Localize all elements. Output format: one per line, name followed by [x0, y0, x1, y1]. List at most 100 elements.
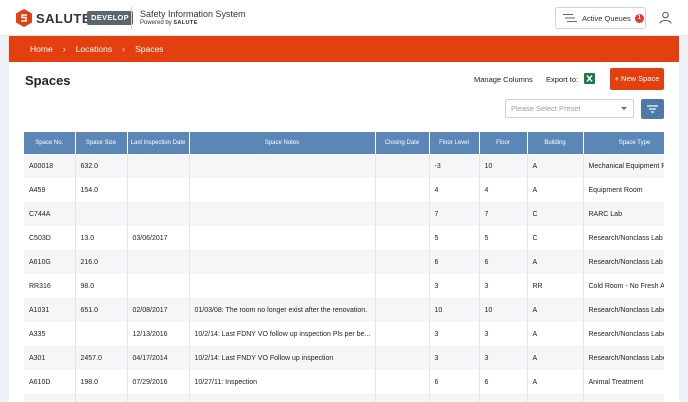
breadcrumb-home[interactable]: Home	[30, 44, 53, 54]
column-header-floor-level[interactable]: Floor Level	[429, 132, 480, 154]
table-cell	[375, 274, 430, 298]
table-cell: RARC Lab	[583, 202, 664, 226]
table-cell	[429, 394, 480, 402]
table-cell: A	[527, 178, 584, 202]
excel-export-icon[interactable]	[584, 73, 595, 84]
table-cell: 154.0	[75, 178, 128, 202]
table-cell: C503D	[24, 226, 76, 250]
table-cell: 10	[479, 298, 528, 322]
table-cell: 03/06/2017	[127, 226, 190, 250]
queue-list-icon	[563, 14, 577, 22]
active-queues-label: Active Queues	[582, 13, 631, 23]
spaces-table: Space No. Space Size Last Inspection Date S…	[24, 132, 664, 402]
table-cell: 6	[429, 250, 480, 274]
table-cell: RR	[527, 274, 584, 298]
column-header-space-no-[interactable]: Space No.	[24, 132, 76, 154]
table-cell	[189, 202, 376, 226]
table-cell: Cold Room - No Fresh Ai	[583, 274, 664, 298]
table-row[interactable]: C744A 7 7 C RARC Lab	[24, 202, 664, 226]
new-space-button[interactable]: + New Space	[610, 68, 664, 90]
table-cell	[189, 394, 376, 402]
table-cell: 98.0	[75, 274, 128, 298]
app-subtitle: Powered by SALUTE	[140, 20, 198, 26]
table-row[interactable]: A610D 198.0 07/29/2016 10/27/11: Inspection…	[24, 370, 664, 394]
user-profile-icon[interactable]	[659, 11, 672, 24]
preset-select-placeholder: Please Select Preset	[511, 104, 581, 113]
table-cell	[189, 274, 376, 298]
table-cell: 4	[429, 178, 480, 202]
table-cell: 651.0	[75, 298, 128, 322]
table-cell: A	[527, 250, 584, 274]
table-cell: 7	[479, 202, 528, 226]
preset-select[interactable]: Please Select Preset	[505, 99, 634, 118]
table-cell	[75, 322, 128, 346]
table-row[interactable]: A00018 632.0 -3 10 A Mechanical Equipment R	[24, 154, 664, 178]
column-header-space-size[interactable]: Space Size	[75, 132, 128, 154]
table-cell: 5	[479, 226, 528, 250]
table-body: A00018 632.0 -3 10 A Mechanical Equipment R A4…	[24, 154, 664, 402]
table-cell	[127, 178, 190, 202]
table-cell: 02/08/2017	[127, 298, 190, 322]
table-cell: 12/13/2016	[127, 322, 190, 346]
spaces-table-container[interactable]: Space No. Space Size Last Inspection Date S…	[24, 132, 664, 402]
filter-button[interactable]	[641, 99, 664, 119]
table-cell: Equipment Room	[583, 178, 664, 202]
table-cell: A	[527, 370, 584, 394]
table-row[interactable]: A1031 651.0 02/08/2017 01/03/08: The room n…	[24, 298, 664, 322]
table-cell	[127, 274, 190, 298]
table-cell	[189, 154, 376, 178]
breadcrumb-locations[interactable]: Locations	[76, 44, 112, 54]
table-cell: A	[527, 346, 584, 370]
table-cell	[24, 394, 76, 402]
table-cell: 3	[429, 322, 480, 346]
column-header-last-inspection-date[interactable]: Last Inspection Date	[127, 132, 190, 154]
table-cell: Mechanical Equipment R	[583, 154, 664, 178]
column-header-space-notes[interactable]: Space Notes	[189, 132, 376, 154]
column-header-building[interactable]: Building	[527, 132, 584, 154]
table-cell	[189, 250, 376, 274]
table-cell: 01/03/08: The room no longer exist after…	[189, 298, 376, 322]
table-cell: A335	[24, 322, 76, 346]
table-cell	[375, 370, 430, 394]
table-row[interactable]: A301 2457.0 04/17/2014 10/2/14: Last FNDY V…	[24, 346, 664, 370]
table-row[interactable]: A335 12/13/2016 10/2/14: Last FDNY VO foll…	[24, 322, 664, 346]
salute-logo[interactable]: SALUTE	[16, 9, 91, 27]
table-cell	[375, 226, 430, 250]
table-row[interactable]: A459 154.0 4 4 A Equipment Room	[24, 178, 664, 202]
table-row[interactable]: A610G 216.0 6 6 A Research/Nonclass Lab S	[24, 250, 664, 274]
table-cell	[479, 394, 528, 402]
table-row[interactable]: C503D 13.0 03/06/2017 5 5 C Research/Nonclass …	[24, 226, 664, 250]
export-to-label: Export to:	[546, 75, 579, 84]
column-header-closing-date[interactable]: Closing Date	[375, 132, 430, 154]
breadcrumb: Home › Locations › Spaces	[9, 36, 679, 62]
table-cell: 13.0	[75, 226, 128, 250]
table-row[interactable]	[24, 394, 664, 402]
header-divider	[131, 7, 132, 29]
chevron-right-icon: ›	[62, 44, 66, 54]
table-cell	[375, 178, 430, 202]
table-cell	[527, 394, 584, 402]
table-cell: Research/Nonclass Labo	[583, 322, 664, 346]
table-cell: 6	[479, 250, 528, 274]
table-cell: A	[527, 298, 584, 322]
column-header-floor[interactable]: Floor	[479, 132, 528, 154]
table-cell: 10/2/14: Last FNDY VO Follow up inspecti…	[189, 346, 376, 370]
table-cell	[583, 394, 664, 402]
table-cell: RR316	[24, 274, 76, 298]
table-cell: 10	[429, 298, 480, 322]
table-row[interactable]: RR316 98.0 3 3 RR Cold Room - No Fresh Ai	[24, 274, 664, 298]
table-cell	[75, 394, 128, 402]
column-header-space-type[interactable]: Space Type	[583, 132, 664, 154]
breadcrumb-spaces[interactable]: Spaces	[135, 44, 163, 54]
table-cell: 2457.0	[75, 346, 128, 370]
table-header-row: Space No. Space Size Last Inspection Date S…	[24, 132, 664, 154]
table-cell: 07/29/2016	[127, 370, 190, 394]
active-queues-button[interactable]: Active Queues 1	[555, 7, 646, 29]
table-cell: 10	[479, 154, 528, 178]
manage-columns-link[interactable]: Manage Columns	[474, 75, 533, 84]
app-subtitle-brand: SALUTE	[173, 20, 198, 26]
top-header: SALUTE DEVELOP Safety Information System…	[0, 0, 688, 36]
salute-logo-icon	[16, 9, 32, 27]
table-cell	[375, 394, 430, 402]
table-cell: 198.0	[75, 370, 128, 394]
